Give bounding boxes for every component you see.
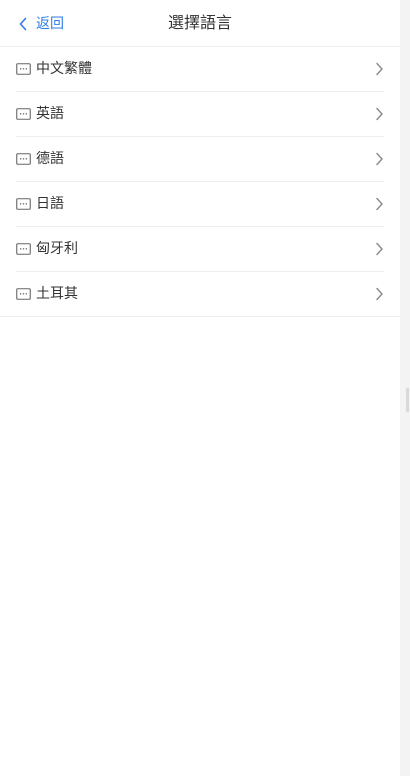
language-label: 英語 — [36, 106, 64, 122]
language-item-english[interactable]: 英語 — [16, 92, 384, 137]
language-list: 中文繁體 英語 德語 日語 匈牙利 土耳其 — [0, 47, 400, 317]
language-item-german[interactable]: 德語 — [16, 137, 384, 182]
language-item-japanese[interactable]: 日語 — [16, 182, 384, 227]
language-label: 德語 — [36, 151, 64, 167]
navigation-bar: 返回 選擇語言 — [0, 0, 400, 47]
chevron-right-icon — [376, 287, 383, 301]
language-selection-page: 返回 選擇語言 中文繁體 英語 德語 日語 匈牙利 土耳其 — [0, 0, 400, 776]
message-icon — [16, 63, 31, 75]
page-title: 選擇語言 — [167, 13, 232, 32]
chevron-right-icon — [376, 107, 383, 121]
message-icon — [16, 108, 31, 120]
scrollbar-thumb[interactable] — [406, 388, 409, 412]
language-label: 匈牙利 — [36, 241, 78, 257]
language-label: 土耳其 — [36, 286, 78, 302]
language-item-hungarian[interactable]: 匈牙利 — [16, 227, 384, 272]
chevron-right-icon — [376, 197, 383, 211]
chevron-right-icon — [376, 62, 383, 76]
message-icon — [16, 243, 31, 255]
language-item-traditional-chinese[interactable]: 中文繁體 — [16, 47, 384, 92]
language-label: 中文繁體 — [36, 61, 92, 77]
chevron-right-icon — [376, 242, 383, 256]
language-item-turkish[interactable]: 土耳其 — [0, 272, 400, 317]
chevron-right-icon — [376, 152, 383, 166]
language-label: 日語 — [36, 196, 64, 212]
message-icon — [16, 288, 31, 300]
message-icon — [16, 198, 31, 210]
message-icon — [16, 153, 31, 165]
